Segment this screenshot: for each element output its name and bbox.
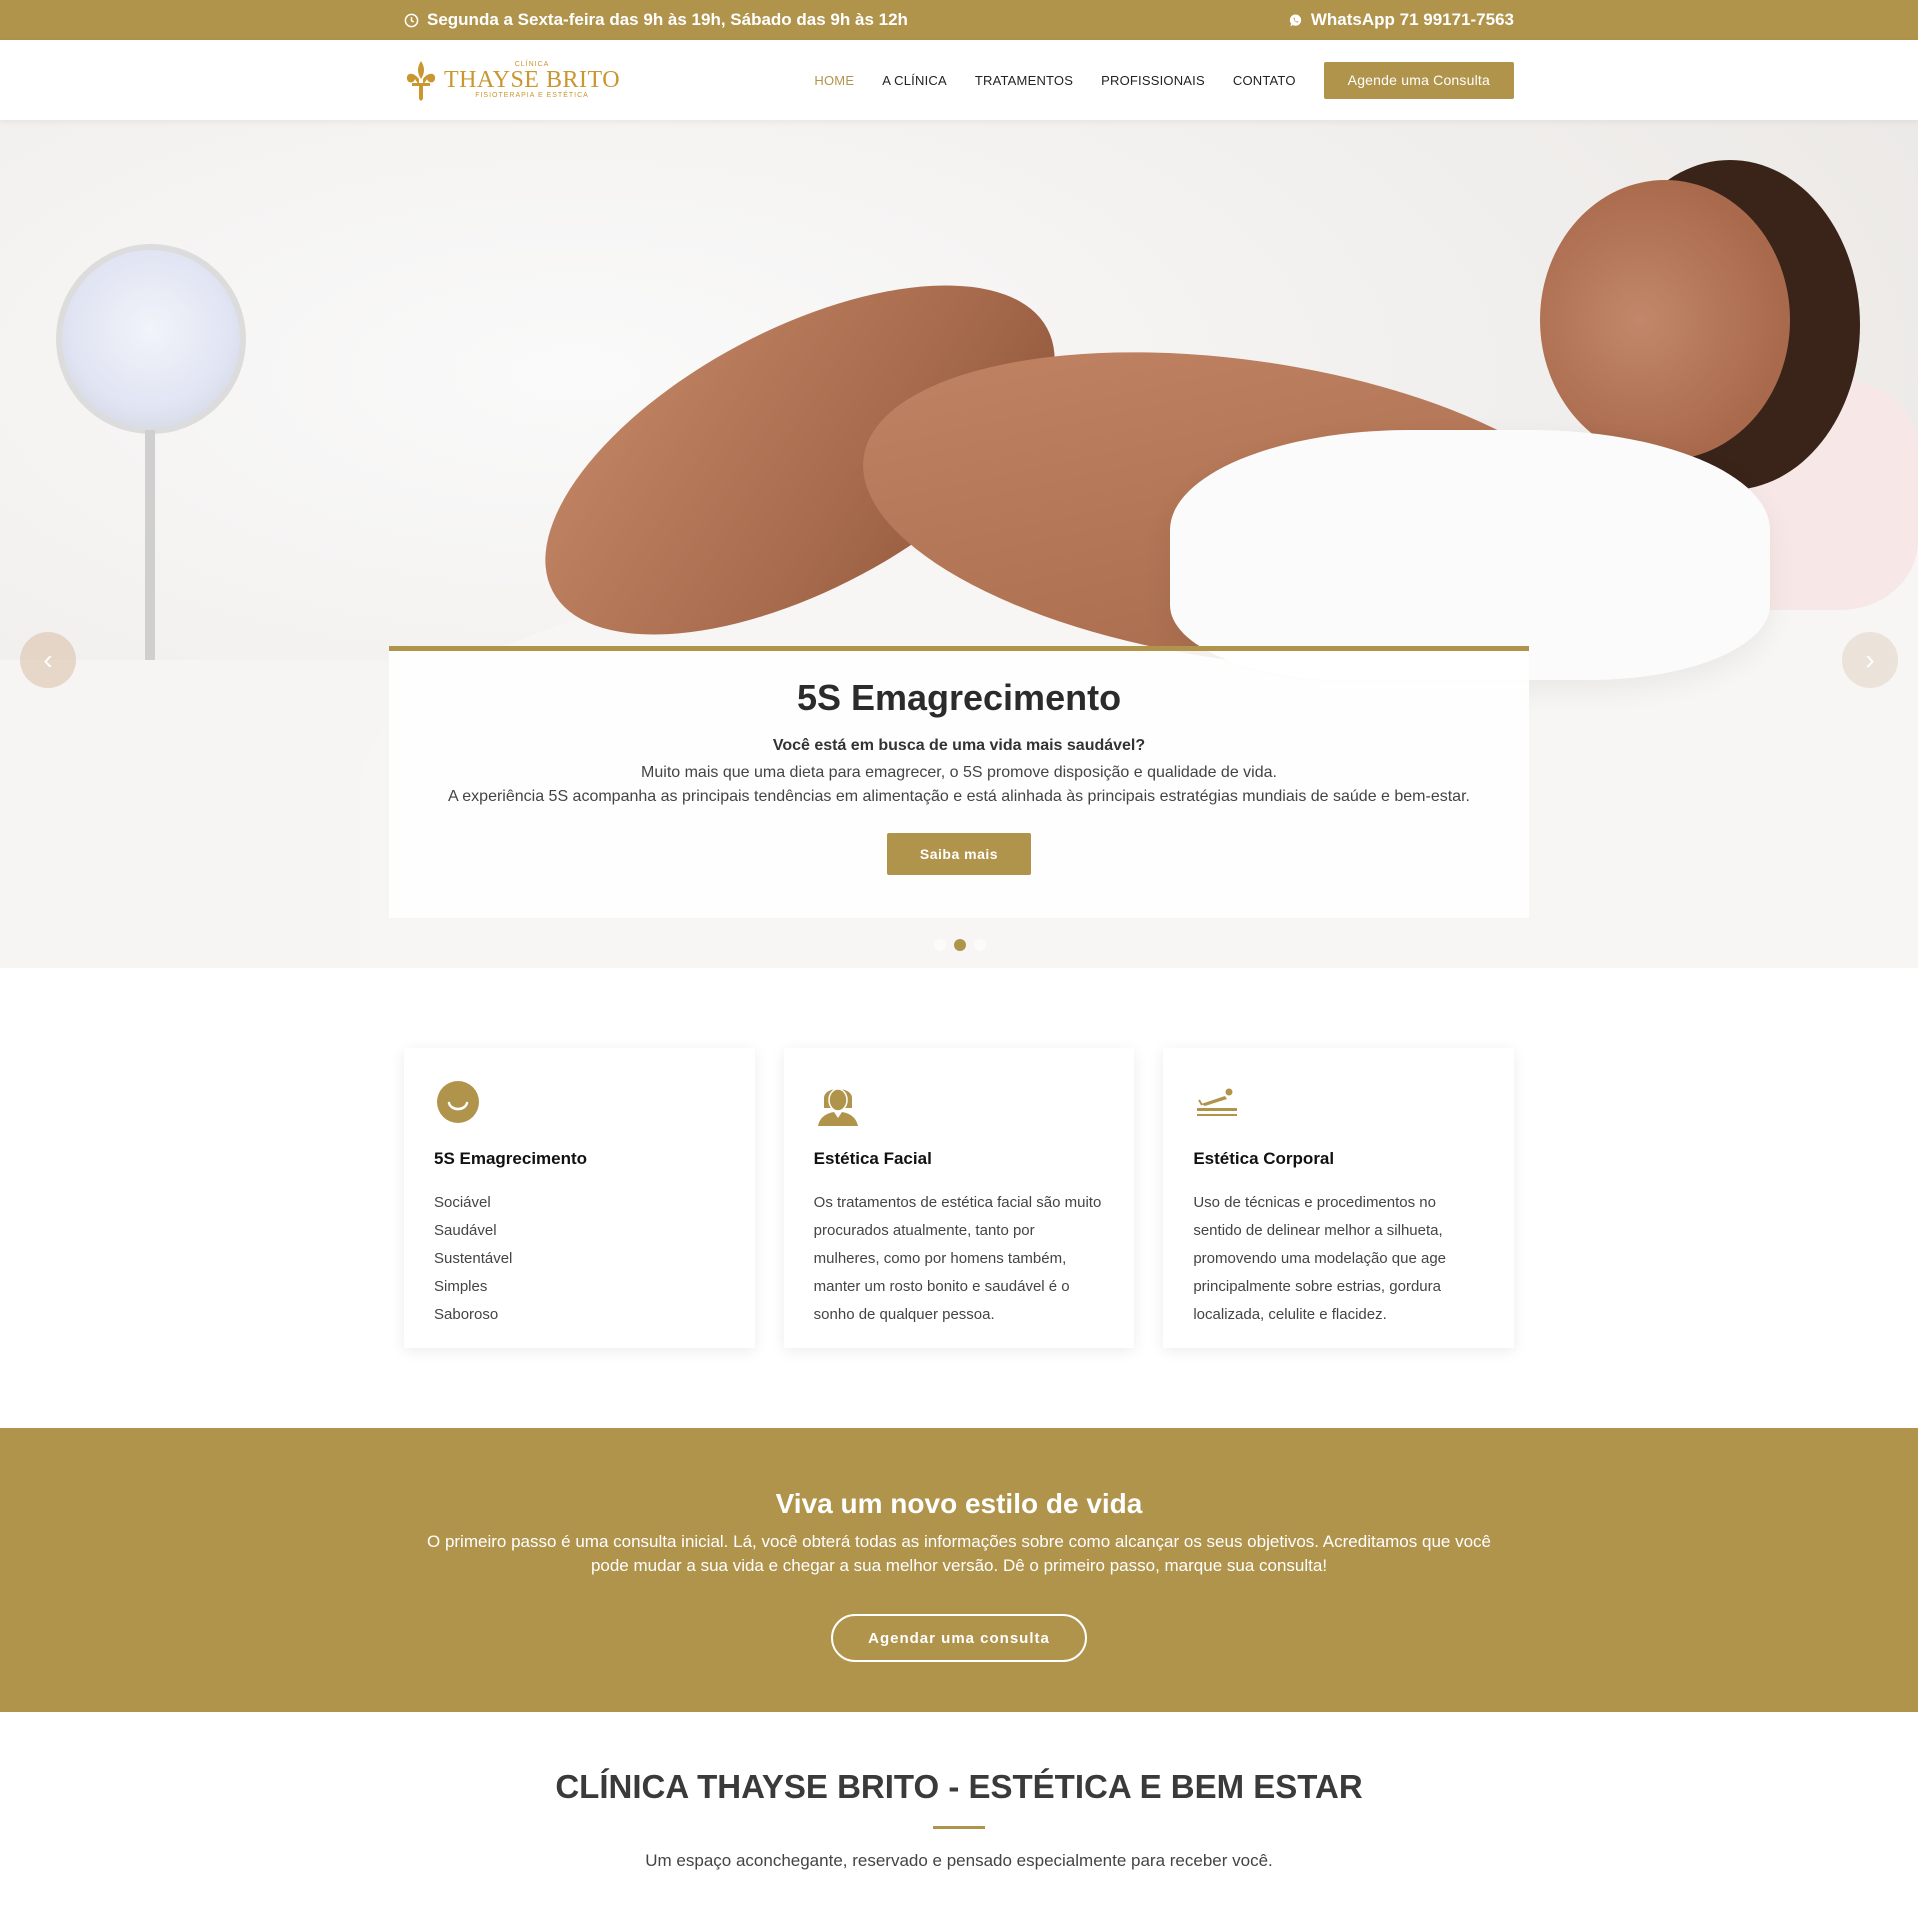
hero-title: 5S Emagrecimento: [796, 677, 1122, 718]
card-text: Uso de técnicas e procedimentos no senti…: [1193, 1194, 1447, 1323]
opening-hours: Segunda a Sexta-feira das 9h às 19h, Sáb…: [404, 10, 908, 30]
card-text: Os tratamentos de estética facial são mu…: [813, 1194, 1102, 1323]
clock-icon: [404, 13, 419, 27]
smile-icon: [437, 1081, 479, 1123]
hero-mirror-image: [56, 244, 246, 434]
card-estetica-corporal[interactable]: Estética Corporal Uso de técnicas e proc…: [1163, 1048, 1515, 1348]
treatment-cards: 5S Emagrecimento Sociável Saudável Suste…: [404, 1048, 1515, 1348]
main-nav: HOME A CLÍNICA TRATAMENTOS PROFISSIONAIS…: [814, 61, 1514, 99]
massage-table-icon: [1197, 1088, 1238, 1116]
card-title: Estética Corporal: [1193, 1149, 1335, 1168]
section-title: Viva um novo estilo de vida: [775, 1488, 1143, 1519]
hero-caption-box: 5S Emagrecimento Você está em busca de u…: [389, 646, 1529, 918]
top-info-bar: Segunda a Sexta-feira das 9h às 19h, Sáb…: [0, 0, 1918, 40]
woman-face-icon: [817, 1088, 858, 1126]
list-item: Simples: [434, 1278, 488, 1295]
hero-face-shape: [1540, 180, 1790, 460]
whatsapp-link[interactable]: WhatsApp 71 99171-7563: [1288, 10, 1514, 30]
hero-text-line-1: Muito mais que uma dieta para emagrecer,…: [641, 764, 1277, 781]
nav-home[interactable]: HOME: [814, 73, 854, 88]
card-5s-emagrecimento[interactable]: 5S Emagrecimento Sociável Saudável Suste…: [404, 1048, 755, 1348]
lifestyle-cta-section: Viva um novo estilo de vida O primeiro p…: [0, 1428, 1918, 1712]
card-estetica-facial[interactable]: Estética Facial Os tratamentos de estéti…: [783, 1048, 1135, 1348]
whatsapp-icon: [1289, 14, 1301, 27]
hero-lead: Você está em busca de uma vida mais saud…: [772, 737, 1146, 754]
clinic-logo[interactable]: CLÍNICA THAYSE BRITO FISIOTERAPIA E ESTÉ…: [404, 59, 620, 101]
title-divider: [933, 1826, 985, 1829]
nav-tratamentos[interactable]: TRATAMENTOS: [975, 73, 1073, 88]
hero-text-line-2: A experiência 5S acompanha as principais…: [448, 788, 1470, 805]
slider-next-button[interactable]: ›: [1842, 632, 1898, 688]
list-item: Saudável: [434, 1222, 497, 1239]
site-header: CLÍNICA THAYSE BRITO FISIOTERAPIA E ESTÉ…: [0, 40, 1918, 120]
fleur-de-lis-icon: [406, 61, 436, 101]
chevron-right-icon: ›: [1865, 644, 1875, 675]
slider-prev-button[interactable]: ‹: [20, 632, 76, 688]
hero-towel: [1170, 430, 1770, 680]
section-text: O primeiro passo é uma consulta inicial.…: [427, 1532, 1491, 1575]
list-item: Sociável: [434, 1194, 491, 1211]
chevron-left-icon: ‹: [43, 644, 53, 675]
slider-dot-3[interactable]: [974, 939, 986, 951]
slider-dots: [934, 939, 986, 951]
card-title: Estética Facial: [813, 1149, 932, 1168]
logo-subtitle: FISIOTERAPIA E ESTÉTICA: [475, 92, 589, 99]
list-item: Sustentável: [434, 1250, 513, 1267]
opening-hours-text: Segunda a Sexta-feira das 9h às 19h, Sáb…: [427, 10, 908, 29]
schedule-consultation-button[interactable]: Agendar uma consulta: [831, 1614, 1087, 1662]
whatsapp-number: WhatsApp 71 99171-7563: [1310, 10, 1514, 29]
about-section: CLÍNICA THAYSE BRITO - ESTÉTICA E BEM ES…: [0, 1712, 1918, 1918]
nav-contato[interactable]: CONTATO: [1233, 73, 1296, 88]
logo-name: THAYSE BRITO: [444, 67, 621, 93]
list-item: Saboroso: [434, 1306, 499, 1323]
slider-dot-1[interactable]: [934, 939, 946, 951]
card-list: Sociável Saudável Sustentável Simples Sa…: [434, 1189, 725, 1329]
about-title: CLÍNICA THAYSE BRITO - ESTÉTICA E BEM ES…: [555, 1768, 1363, 1805]
slider-dot-2[interactable]: [954, 939, 966, 951]
book-appointment-button[interactable]: Agende uma Consulta: [1323, 61, 1514, 99]
saiba-mais-button[interactable]: Saiba mais: [887, 833, 1031, 875]
nav-profissionais[interactable]: PROFISSIONAIS: [1101, 73, 1205, 88]
nav-a-clinica[interactable]: A CLÍNICA: [882, 73, 947, 88]
card-title: 5S Emagrecimento: [434, 1149, 588, 1168]
about-text: Um espaço aconchegante, reservado e pens…: [645, 1851, 1273, 1870]
